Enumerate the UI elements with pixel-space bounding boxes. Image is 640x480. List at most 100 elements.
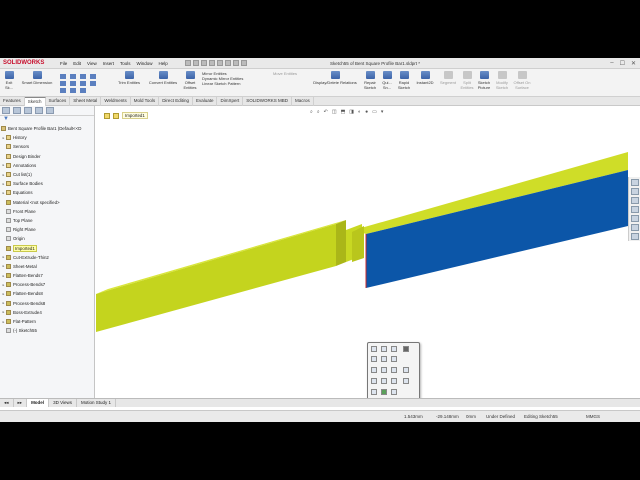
move-entities-button[interactable]: Move Entities bbox=[268, 71, 302, 76]
trim-entities-button[interactable]: Trim Entities bbox=[114, 71, 144, 85]
display-delete-relations-button[interactable]: Display/Delete Relations bbox=[310, 71, 360, 85]
line-icon[interactable] bbox=[371, 356, 377, 362]
centerline-icon[interactable] bbox=[381, 378, 387, 384]
quick-snaps-button[interactable]: Qui... Sn... bbox=[380, 71, 394, 90]
view-palette-icon[interactable] bbox=[630, 206, 639, 213]
appearances-icon[interactable] bbox=[630, 215, 639, 222]
tree-item[interactable]: ▸ Cut-Extrude-Thin2 bbox=[1, 253, 94, 262]
display-style-icon[interactable]: ◨ bbox=[349, 109, 354, 115]
slot-icon[interactable] bbox=[391, 356, 397, 362]
tree-item[interactable]: ▸ Boss-Extrude4 bbox=[1, 308, 94, 317]
circle-icon[interactable] bbox=[371, 367, 377, 373]
rectangle-icon[interactable] bbox=[381, 356, 387, 362]
mirror-icon[interactable] bbox=[391, 389, 397, 395]
sketch-entity-icons[interactable] bbox=[58, 72, 110, 94]
zoom-to-fit-icon[interactable]: ⌕ bbox=[310, 109, 313, 115]
offset-entities-button[interactable]: Offset Entities bbox=[182, 71, 198, 90]
repair-sketch-button[interactable]: Repair Sketch bbox=[362, 71, 378, 90]
tree-item[interactable]: ▸ Surface Bodies bbox=[1, 179, 94, 188]
split-entities-button[interactable]: Split Entities bbox=[460, 71, 474, 90]
nav-next-icon[interactable]: ▸▸ bbox=[14, 399, 28, 407]
breadcrumb-imported[interactable]: Imported1 bbox=[122, 112, 148, 119]
tab-direct-editing[interactable]: Direct Editing bbox=[159, 97, 193, 106]
tree-item[interactable]: Sensors bbox=[1, 142, 94, 151]
open-icon[interactable] bbox=[193, 60, 199, 66]
rebuild-icon[interactable] bbox=[233, 60, 239, 66]
tree-item[interactable]: ▸ Process-Bends8 bbox=[1, 299, 94, 308]
offset-on-surface-button[interactable]: Offset On Surface bbox=[512, 71, 532, 90]
close-button[interactable]: ✕ bbox=[631, 60, 636, 67]
tree-item[interactable]: ▸ Process-Bends7 bbox=[1, 280, 94, 289]
tree-item[interactable]: ▸ Flatten-Bends7 bbox=[1, 271, 94, 280]
tab-sketch[interactable]: Sketch bbox=[24, 97, 46, 106]
save-icon[interactable] bbox=[201, 60, 207, 66]
menu-window[interactable]: Window bbox=[137, 61, 153, 66]
sketch-icon[interactable] bbox=[104, 112, 110, 119]
maximize-button[interactable]: ☐ bbox=[620, 60, 625, 67]
tab-dimxpert[interactable]: DimXpert bbox=[217, 97, 244, 106]
dimxpert-manager-tab-icon[interactable] bbox=[35, 107, 43, 114]
tab-sheet-metal[interactable]: Sheet Metal bbox=[70, 97, 102, 106]
tree-item[interactable]: Origin bbox=[1, 234, 94, 243]
tree-item[interactable]: Design Binder bbox=[1, 152, 94, 161]
undo-icon[interactable] bbox=[217, 60, 223, 66]
custom-properties-icon[interactable] bbox=[630, 224, 639, 231]
tree-item[interactable]: Front Plane bbox=[1, 207, 94, 216]
forum-icon[interactable] bbox=[630, 233, 639, 240]
tree-item[interactable]: ▸ Annotations bbox=[1, 161, 94, 170]
previous-view-icon[interactable]: ↶ bbox=[324, 109, 328, 115]
zoom-area-icon[interactable]: ⌕ bbox=[317, 109, 320, 115]
menu-insert[interactable]: Insert bbox=[103, 61, 114, 66]
chamfer-icon[interactable] bbox=[371, 389, 377, 395]
instant2d-button[interactable]: Instant2D bbox=[414, 71, 436, 85]
polygon-icon[interactable] bbox=[391, 367, 397, 373]
tab-weldments[interactable]: Weldments bbox=[101, 97, 131, 106]
point-icon[interactable] bbox=[371, 378, 377, 384]
text-icon[interactable] bbox=[391, 378, 397, 384]
options-icon[interactable] bbox=[241, 60, 247, 66]
tree-item[interactable]: Imported1 bbox=[1, 243, 94, 252]
smart-dimension-button[interactable]: Smart Dimension bbox=[18, 71, 56, 85]
modify-sketch-button[interactable]: Modify Sketch bbox=[494, 71, 510, 90]
feature-manager-tab-icon[interactable] bbox=[2, 107, 10, 114]
hide-show-icon[interactable]: ◐ bbox=[358, 109, 361, 115]
menu-view[interactable]: View bbox=[87, 61, 97, 66]
view-settings-icon[interactable]: ▾ bbox=[381, 109, 384, 115]
tree-item[interactable]: ▸ Flat-Pattern bbox=[1, 317, 94, 326]
appearance-icon[interactable]: ● bbox=[365, 109, 368, 115]
tab-solidworks-mbd[interactable]: SOLIDWORKS MBD bbox=[243, 97, 292, 106]
bar-right-blue-face[interactable] bbox=[366, 170, 628, 288]
tab-3d-views[interactable]: 3D Views bbox=[49, 399, 77, 407]
view-icon[interactable] bbox=[403, 346, 409, 352]
tree-item[interactable]: ▸ Sheet-Metal bbox=[1, 262, 94, 271]
spline-icon[interactable] bbox=[403, 367, 409, 373]
rapid-sketch-button[interactable]: Rapid Sketch bbox=[396, 71, 412, 90]
menu-edit[interactable]: Edit bbox=[73, 61, 81, 66]
menu-help[interactable]: Help bbox=[159, 61, 168, 66]
tab-motion-study[interactable]: Motion Study 1 bbox=[77, 399, 117, 407]
menu-file[interactable]: File bbox=[60, 61, 67, 66]
select-icon[interactable] bbox=[371, 346, 377, 352]
nav-first-icon[interactable]: ◂◂ bbox=[0, 399, 14, 407]
convert-entities-button[interactable]: Convert Entities bbox=[146, 71, 180, 85]
tree-item[interactable]: Right Plane bbox=[1, 225, 94, 234]
tab-macros[interactable]: Macros bbox=[292, 97, 314, 106]
arc-icon[interactable] bbox=[381, 367, 387, 373]
minimize-button[interactable]: – bbox=[610, 60, 613, 67]
tab-features[interactable]: Features bbox=[0, 97, 25, 106]
file-explorer-icon[interactable] bbox=[630, 197, 639, 204]
display-manager-tab-icon[interactable] bbox=[46, 107, 54, 114]
section-view-icon[interactable]: ◫ bbox=[332, 109, 337, 115]
part-icon[interactable] bbox=[113, 112, 119, 119]
select-icon[interactable] bbox=[225, 60, 231, 66]
filter-icon[interactable]: ▼ bbox=[0, 116, 94, 124]
tree-item[interactable]: Top Plane bbox=[1, 216, 94, 225]
segment-button[interactable]: Segment bbox=[438, 71, 458, 85]
tab-surfaces[interactable]: Surfaces bbox=[46, 97, 71, 106]
fillet-icon[interactable] bbox=[403, 378, 409, 384]
tree-item[interactable]: ▸ Cut list(1) bbox=[1, 170, 94, 179]
resources-icon[interactable] bbox=[630, 179, 639, 186]
view-orientation-icon[interactable]: ⬒ bbox=[341, 109, 346, 115]
graphics-area[interactable]: Imported1 ⌕ ⌕ ↶ ◫ ⬒ ◨ ◐ ● ▭ ▾ bbox=[96, 106, 628, 398]
tab-evaluate[interactable]: Evaluate bbox=[193, 97, 218, 106]
